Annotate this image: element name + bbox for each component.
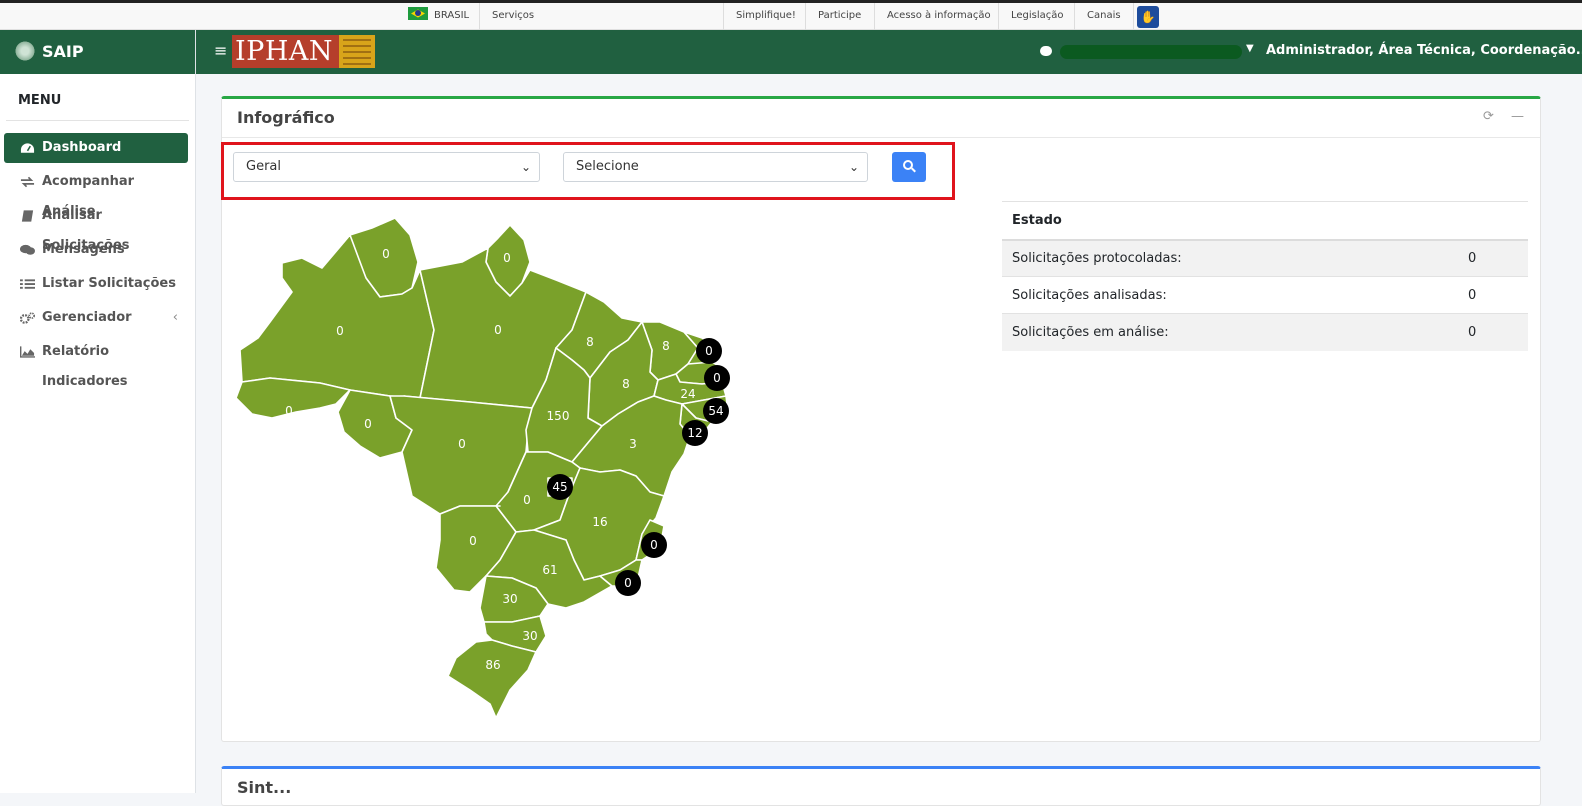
gov-link-canais[interactable]: Canais	[1074, 3, 1134, 30]
redacted-user-dropdown[interactable]	[1060, 45, 1242, 59]
chevron-down-icon: ⌄	[848, 160, 859, 174]
map-label-pa: 0	[494, 323, 502, 337]
sidebar-item-acompanhar-analise[interactable]: Acompanhar Análise	[4, 167, 188, 219]
sidebar-item-dashboard[interactable]: Dashboard	[4, 133, 188, 163]
sidebar-item-label: Relatório Indicadores	[42, 344, 128, 389]
map-label-df: 45	[552, 480, 567, 494]
area-chart-icon	[20, 346, 35, 358]
brazil-map: 0 00 0888 0024541200015034501600610303086	[235, 217, 730, 719]
map-label-mg: 16	[592, 515, 607, 529]
sidebar-item-mensagens[interactable]: Mensagens	[4, 235, 188, 265]
row-label: Solicitações protocoladas:	[1002, 239, 1458, 277]
map-label-go: 0	[523, 493, 531, 507]
topbar: ≡ IPHAN ▼ Administrador, Área Técnica, C…	[196, 30, 1582, 74]
map-label-rs: 86	[485, 658, 500, 672]
sidebar-item-label: Listar Solicitações	[42, 276, 176, 291]
option-select-value: Selecione	[576, 159, 639, 174]
row-value: 0	[1458, 313, 1528, 351]
row-value: 0	[1458, 276, 1528, 314]
map-label-am: 0	[336, 324, 344, 338]
map-label-sc: 30	[522, 629, 537, 643]
sidebar-item-gerenciador[interactable]: Gerenciador ‹	[4, 303, 188, 333]
brand-label: SAIP	[42, 42, 84, 61]
card-title: Infográfico	[237, 108, 335, 127]
table-row: Solicitações analisadas: 0	[1002, 276, 1528, 314]
map-label-rr: 0	[382, 247, 390, 261]
map-label-ba: 3	[629, 437, 637, 451]
map-label-se: 12	[687, 426, 702, 440]
gov-link-simplifique[interactable]: Simplifique!	[723, 3, 808, 30]
iphan-logo-emblem	[339, 35, 375, 68]
chat-icon[interactable]	[1040, 46, 1052, 56]
chevron-left-icon: ‹	[172, 310, 178, 325]
menu-title: MENU	[6, 74, 189, 121]
table-row: Solicitações protocoladas: 0	[1002, 239, 1528, 277]
sidebar-item-analisar-solicitacoes[interactable]: Analisar Solicitações	[4, 201, 188, 253]
card2-title: Sint...	[237, 778, 292, 797]
sidebar-item-listar-solicitacoes[interactable]: Listar Solicitações	[4, 269, 188, 299]
map-label-ap: 0	[503, 251, 511, 265]
row-label: Solicitações em análise:	[1002, 313, 1458, 351]
list-icon	[20, 279, 35, 289]
map-label-ma: 8	[586, 335, 594, 349]
map-label-rj: 0	[624, 576, 632, 590]
map-label-sp: 61	[542, 563, 557, 577]
map-label-pb: 0	[713, 371, 721, 385]
row-value: 0	[1458, 239, 1528, 277]
row-label: Solicitações analisadas:	[1002, 276, 1458, 314]
saip-logo-icon	[14, 40, 36, 62]
gov-bar: BRASIL Serviços Simplifique! Participe A…	[0, 0, 1582, 30]
accessibility-hands-icon[interactable]: ✋	[1137, 6, 1159, 28]
brasil-link[interactable]: BRASIL	[396, 3, 481, 30]
sidebar-nav: Dashboard Acompanhar Análise Analisar So…	[0, 133, 195, 389]
collapse-icon[interactable]: —	[1511, 109, 1524, 124]
sidebar-item-label: Mensagens	[42, 242, 125, 257]
map-label-es: 0	[650, 538, 658, 552]
map-label-to: 150	[547, 409, 570, 423]
map-label-al: 54	[708, 404, 723, 418]
map-label-ro: 0	[364, 417, 372, 431]
map-label-ac: 0	[285, 404, 293, 418]
map-label-ce: 8	[662, 339, 670, 353]
chevron-down-icon: ⌄	[520, 160, 531, 174]
type-select-value: Geral	[246, 159, 281, 174]
sidebar-item-relatorio-indicadores[interactable]: Relatório Indicadores	[4, 337, 188, 389]
brazil-flag-icon	[408, 7, 428, 20]
brand[interactable]: SAIP	[0, 30, 195, 74]
map-label-rn: 0	[705, 344, 713, 358]
option-select[interactable]: Selecione ⌄	[563, 152, 868, 182]
sidebar: SAIP MENU Dashboard Acompanhar Análise A…	[0, 30, 196, 793]
map-label-pe: 24	[680, 387, 695, 401]
caret-down-icon[interactable]: ▼	[1246, 43, 1254, 54]
gov-link-participe[interactable]: Participe	[805, 3, 873, 30]
map-label-mt: 0	[458, 437, 466, 451]
sidebar-item-label: Gerenciador	[42, 310, 132, 325]
gov-link-legislacao[interactable]: Legislação	[998, 3, 1076, 30]
table-row: Solicitações em análise: 0	[1002, 313, 1528, 351]
comments-icon	[20, 244, 35, 255]
table-header-estado: Estado	[1002, 201, 1528, 241]
exchange-icon	[20, 176, 35, 188]
refresh-icon[interactable]: ⟳	[1483, 109, 1494, 124]
search-button[interactable]	[892, 152, 926, 182]
gov-link-acesso[interactable]: Acesso à informação	[874, 3, 1003, 30]
iphan-logo[interactable]: IPHAN	[232, 35, 339, 68]
book-icon	[21, 210, 34, 222]
dashboard-icon	[20, 143, 35, 153]
type-select[interactable]: Geral ⌄	[233, 152, 540, 182]
user-role[interactable]: Administrador, Área Técnica, Coordenação…	[1266, 43, 1582, 58]
sintese-card: Sint...	[221, 766, 1541, 806]
state-RS[interactable]	[447, 639, 537, 719]
servicos-label: Serviços	[492, 10, 535, 21]
map-label-pi: 8	[622, 377, 630, 391]
cogs-icon	[20, 312, 35, 324]
map-label-pr: 30	[502, 592, 517, 606]
sidebar-item-label: Dashboard	[42, 140, 122, 155]
servicos-link[interactable]: Serviços	[479, 3, 723, 30]
hamburger-menu-icon[interactable]: ≡	[214, 43, 227, 59]
map-label-ms: 0	[469, 534, 477, 548]
state-stats-table: Estado Solicitações protocoladas: 0 Soli…	[1002, 201, 1528, 351]
